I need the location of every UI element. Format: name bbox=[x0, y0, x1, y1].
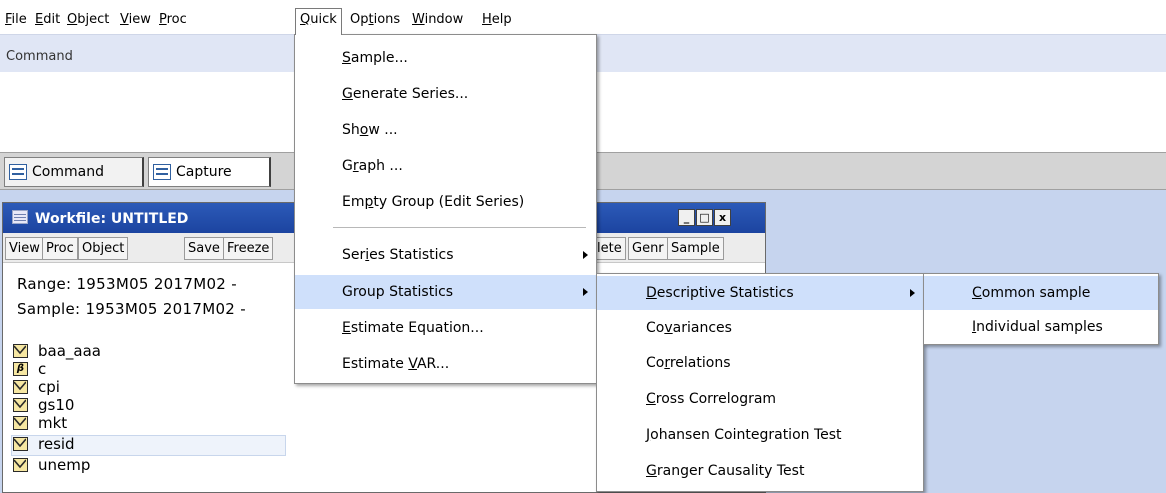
submenu-arrow-icon bbox=[583, 288, 588, 296]
workfile-item[interactable]: baa_aaa bbox=[13, 342, 101, 360]
menu-item-johansen-cointegration[interactable]: Johansen Cointegration Test bbox=[597, 418, 923, 452]
menu-help[interactable]: Help bbox=[478, 9, 516, 31]
menu-item-estimate-var[interactable]: Estimate VAR... bbox=[295, 347, 596, 381]
genr-button[interactable]: Genr bbox=[628, 237, 668, 260]
menu-proc[interactable]: Proc bbox=[155, 9, 191, 31]
menu-item-generate-series[interactable]: Generate Series... bbox=[295, 77, 596, 111]
menu-object[interactable]: Object bbox=[63, 9, 113, 31]
sample-button[interactable]: Sample bbox=[667, 237, 724, 260]
coefficient-icon: β bbox=[13, 362, 28, 376]
freeze-button[interactable]: Freeze bbox=[223, 237, 274, 260]
workfile-item[interactable]: unemp bbox=[13, 456, 90, 474]
minimize-button[interactable]: _ bbox=[678, 209, 695, 226]
menu-item-sample[interactable]: Sample... bbox=[295, 41, 596, 75]
menu-window[interactable]: Window bbox=[408, 9, 467, 31]
quick-menu: Sample... Generate Series... Show ... Gr… bbox=[294, 34, 597, 384]
delete-button[interactable]: lete bbox=[593, 237, 626, 260]
menu-item-empty-group[interactable]: Empty Group (Edit Series) bbox=[295, 185, 596, 219]
menu-item-individual-samples[interactable]: Individual samples bbox=[924, 310, 1158, 344]
series-icon bbox=[13, 380, 28, 394]
menu-item-graph[interactable]: Graph ... bbox=[295, 149, 596, 183]
series-icon bbox=[13, 344, 28, 358]
tab-command[interactable]: Command bbox=[4, 157, 144, 187]
capture-window-icon bbox=[153, 164, 171, 180]
menu-file[interactable]: File bbox=[1, 9, 31, 31]
workfile-title: Workfile: UNTITLED bbox=[35, 211, 189, 227]
menu-options[interactable]: Options bbox=[346, 9, 404, 31]
workfile-icon bbox=[12, 210, 28, 224]
menu-item-group-statistics[interactable]: Group Statistics bbox=[295, 275, 596, 309]
menu-item-series-statistics[interactable]: Series Statistics bbox=[295, 238, 596, 272]
menu-quick[interactable]: Quick bbox=[295, 8, 342, 35]
submenu-arrow-icon bbox=[910, 289, 915, 297]
maximize-button[interactable]: □ bbox=[696, 209, 713, 226]
submenu-arrow-icon bbox=[583, 251, 588, 259]
view-button[interactable]: View bbox=[5, 237, 44, 260]
menu-item-common-sample[interactable]: Common sample bbox=[924, 276, 1158, 310]
close-button[interactable]: x bbox=[714, 209, 731, 226]
object-button[interactable]: Object bbox=[78, 237, 129, 260]
menubar: File Edit Object View Proc Quick Options… bbox=[0, 0, 1166, 35]
menu-view[interactable]: View bbox=[116, 9, 155, 31]
sample-info[interactable]: Sample: 1953M05 2017M02 - bbox=[17, 300, 246, 318]
menu-edit[interactable]: Edit bbox=[31, 9, 64, 31]
series-icon bbox=[13, 437, 28, 451]
menu-separator bbox=[333, 227, 586, 228]
command-label: Command bbox=[6, 49, 73, 64]
workfile-item[interactable]: gs10 bbox=[13, 396, 74, 414]
proc-button[interactable]: Proc bbox=[42, 237, 78, 260]
range-info[interactable]: Range: 1953M05 2017M02 - bbox=[17, 275, 237, 293]
series-icon bbox=[13, 458, 28, 472]
workfile-item[interactable]: cpi bbox=[13, 378, 60, 396]
workfile-item[interactable]: resid bbox=[13, 435, 75, 453]
menu-item-granger-causality[interactable]: Granger Causality Test bbox=[597, 454, 923, 488]
menu-item-correlations[interactable]: Correlations bbox=[597, 346, 923, 380]
workfile-item[interactable]: β c bbox=[13, 360, 46, 378]
tab-capture[interactable]: Capture bbox=[148, 157, 271, 187]
menu-item-descriptive-statistics[interactable]: Descriptive Statistics bbox=[597, 276, 923, 310]
group-statistics-submenu: Descriptive Statistics Covariances Corre… bbox=[596, 273, 924, 492]
menu-item-estimate-equation[interactable]: Estimate Equation... bbox=[295, 311, 596, 345]
save-button[interactable]: Save bbox=[184, 237, 224, 260]
series-icon bbox=[13, 416, 28, 430]
workfile-item[interactable]: mkt bbox=[13, 414, 67, 432]
menu-item-covariances[interactable]: Covariances bbox=[597, 311, 923, 345]
series-icon bbox=[13, 398, 28, 412]
menu-item-show[interactable]: Show ... bbox=[295, 113, 596, 147]
command-window-icon bbox=[9, 164, 27, 180]
menu-item-cross-correlogram[interactable]: Cross Correlogram bbox=[597, 382, 923, 416]
descriptive-statistics-submenu: Common sample Individual samples bbox=[923, 273, 1159, 345]
